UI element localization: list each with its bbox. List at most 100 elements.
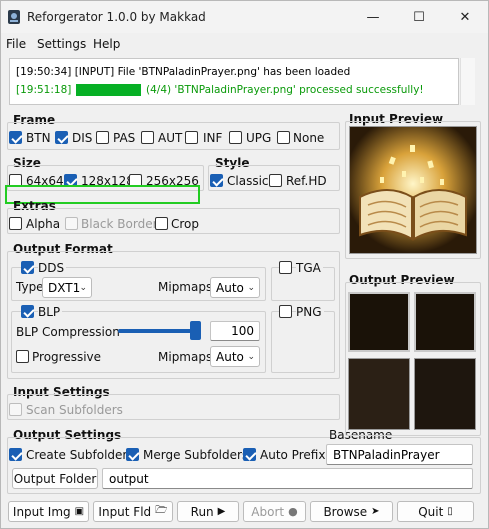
- book-icon: [350, 127, 476, 253]
- basename-input[interactable]: BTNPaladinPrayer: [326, 444, 473, 465]
- progressive-label: Progressive: [32, 350, 102, 364]
- input-fld-button[interactable]: Input Fld 🗁: [93, 501, 173, 522]
- blp-mipmaps-select[interactable]: Auto ⌄: [210, 346, 260, 367]
- log-line: [19:50:34] [INPUT] File 'BTNPaladinPraye…: [16, 66, 351, 78]
- blp-checkbox[interactable]: [21, 305, 34, 318]
- alpha-checkbox[interactable]: [9, 217, 22, 230]
- crop-checkbox[interactable]: [155, 217, 168, 230]
- door-icon: ▯: [447, 506, 453, 517]
- dds-type-value: DXT1: [48, 280, 81, 295]
- log-line-success: (4/4) 'BTNPaladinPrayer.png' processed s…: [146, 84, 424, 96]
- menu-file[interactable]: File: [6, 37, 26, 51]
- quit-button[interactable]: Quit ▯: [397, 501, 474, 522]
- frame-pas-checkbox[interactable]: [96, 131, 109, 144]
- frame-pas-label: PAS: [113, 131, 136, 145]
- output-folder-value: output: [109, 471, 149, 486]
- frame-dis-label: DIS: [72, 131, 93, 145]
- input-img-button[interactable]: Input Img ▣: [8, 501, 89, 522]
- create-subfolders-checkbox[interactable]: [9, 448, 22, 461]
- image-icon: ▣: [74, 506, 85, 517]
- abort-button[interactable]: Abort ●: [243, 501, 306, 522]
- rocket-icon: ➤: [371, 506, 380, 517]
- create-subfolders-label: Create Subfolders: [26, 448, 134, 462]
- menu-help[interactable]: Help: [93, 37, 120, 51]
- window-title: Reforgerator 1.0.0 by Makkad: [27, 10, 206, 24]
- style-classic-checkbox[interactable]: [210, 174, 223, 187]
- frame-none-checkbox[interactable]: [277, 131, 290, 144]
- alpha-label: Alpha: [26, 217, 61, 231]
- auto-prefix-label: Auto Prefix: [260, 448, 326, 462]
- close-button[interactable]: ✕: [442, 1, 488, 33]
- log-line-time: [19:51:18]: [16, 84, 72, 96]
- log-scrollbar[interactable]: [460, 58, 475, 105]
- output-folder-button[interactable]: Output Folder: [12, 468, 98, 489]
- frame-inf-label: INF: [203, 131, 223, 145]
- dds-type-select[interactable]: DXT1 ⌄: [42, 277, 92, 298]
- scan-subfolders-checkbox[interactable]: [9, 403, 22, 416]
- black-border-label: Black Border: [81, 217, 158, 231]
- dds-mipmaps-value: Auto: [216, 280, 244, 295]
- menu-settings[interactable]: Settings: [37, 37, 86, 51]
- chevron-down-icon: ⌄: [79, 283, 87, 293]
- browse-button[interactable]: Browse ➤: [310, 501, 393, 522]
- output-preview-dis: [414, 292, 476, 352]
- app-window: Reforgerator 1.0.0 by Makkad — ☐ ✕ File …: [0, 0, 489, 529]
- dds-mipmaps-select[interactable]: Auto ⌄: [210, 277, 260, 298]
- frame-none-label: None: [293, 131, 325, 145]
- frame-btn-checkbox[interactable]: [9, 131, 22, 144]
- basename-value: BTNPaladinPrayer: [333, 447, 440, 462]
- png-group: [271, 311, 335, 373]
- maximize-icon: ☐: [413, 9, 425, 25]
- minimize-icon: —: [366, 9, 380, 25]
- blp-label: BLP: [38, 305, 63, 319]
- progressive-checkbox[interactable]: [16, 350, 29, 363]
- scan-subfolders-label: Scan Subfolders: [26, 403, 123, 417]
- merge-subfolders-label: Merge Subfolders: [143, 448, 249, 462]
- output-folder-button-label: Output Folder: [13, 471, 97, 486]
- input-preview-image: [349, 126, 477, 254]
- minimize-button[interactable]: —: [350, 1, 396, 33]
- auto-prefix-checkbox[interactable]: [243, 448, 256, 461]
- frame-dis-checkbox[interactable]: [55, 131, 68, 144]
- title-bar[interactable]: Reforgerator 1.0.0 by Makkad — ☐ ✕: [1, 1, 488, 33]
- close-icon: ✕: [459, 9, 471, 25]
- output-preview-aut: [414, 358, 476, 430]
- run-button[interactable]: Run ▶: [177, 501, 239, 522]
- input-img-label: Input Img: [12, 504, 71, 519]
- blp-compression-input[interactable]: 100: [210, 321, 260, 341]
- dds-type-label: Type: [16, 280, 44, 294]
- output-preview-pas: [348, 358, 410, 430]
- log-panel[interactable]: [19:50:34] [INPUT] File 'BTNPaladinPraye…: [9, 58, 459, 105]
- abort-label: Abort: [251, 504, 285, 519]
- play-icon: ▶: [217, 506, 226, 517]
- frame-upg-checkbox[interactable]: [229, 131, 242, 144]
- png-checkbox[interactable]: [279, 305, 292, 318]
- log-progress-bar: [76, 84, 141, 96]
- blp-compression-slider-thumb[interactable]: [190, 321, 201, 340]
- folder-icon: 🗁: [155, 505, 168, 516]
- stop-icon: ●: [288, 505, 298, 518]
- maximize-button[interactable]: ☐: [396, 1, 442, 33]
- browse-label: Browse: [323, 504, 368, 519]
- merge-subfolders-checkbox[interactable]: [126, 448, 139, 461]
- style-classic-label: Classic: [227, 174, 269, 188]
- tga-checkbox[interactable]: [279, 261, 292, 274]
- blp-mipmaps-label: Mipmaps: [158, 350, 213, 364]
- frame-aut-label: AUT: [158, 131, 183, 145]
- quit-label: Quit: [418, 504, 444, 519]
- frame-btn-label: BTN: [26, 131, 51, 145]
- blp-mipmaps-value: Auto: [216, 349, 244, 364]
- dds-mipmaps-label: Mipmaps: [158, 280, 213, 294]
- input-fld-label: Input Fld: [98, 504, 152, 519]
- frame-upg-label: UPG: [246, 131, 272, 145]
- chevron-down-icon: ⌄: [247, 352, 255, 362]
- tga-label: TGA: [296, 261, 323, 275]
- frame-inf-checkbox[interactable]: [185, 131, 198, 144]
- style-refhd-label: Ref.HD: [286, 174, 327, 188]
- black-border-checkbox[interactable]: [65, 217, 78, 230]
- style-refhd-checkbox[interactable]: [269, 174, 282, 187]
- output-folder-input[interactable]: output: [102, 468, 473, 489]
- dds-checkbox[interactable]: [21, 261, 34, 274]
- frame-aut-checkbox[interactable]: [141, 131, 154, 144]
- chevron-down-icon: ⌄: [247, 283, 255, 293]
